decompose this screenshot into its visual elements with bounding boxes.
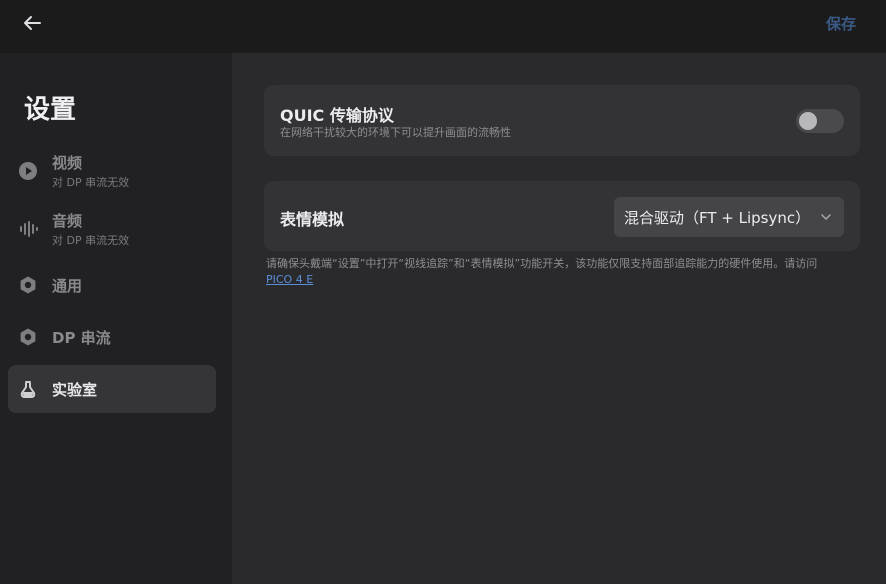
sidebar-item-video[interactable]: 视频 对 DP 串流无效 xyxy=(8,147,216,195)
sidebar-item-sublabel: 对 DP 串流无效 xyxy=(52,176,130,189)
sidebar-item-label: DP 串流 xyxy=(52,328,111,347)
sidebar-item-general[interactable]: 通用 xyxy=(8,261,216,309)
quic-description: 在网络干扰较大的环境下可以提升画面的流畅性 xyxy=(280,126,511,139)
waveform-icon xyxy=(18,219,38,239)
sidebar-item-label: 通用 xyxy=(52,276,83,295)
top-bar: 保存 xyxy=(0,0,886,53)
face-simulation-selected: 混合驱动（FT + Lipsync） xyxy=(624,208,811,227)
face-simulation-note: 请确保头戴端“设置”中打开“视线追踪”和“表情模拟”功能开关，该功能仅限支持面部… xyxy=(266,256,866,288)
face-simulation-select[interactable]: 混合驱动（FT + Lipsync） xyxy=(614,197,844,237)
face-simulation-title: 表情模拟 xyxy=(280,210,345,229)
gear-icon xyxy=(18,275,38,295)
flask-icon xyxy=(18,379,38,399)
quic-title: QUIC 传输协议 xyxy=(280,106,394,125)
note-text: 请确保头戴端“设置”中打开“视线追踪”和“表情模拟”功能开关，该功能仅限支持面部… xyxy=(266,257,818,270)
chevron-down-icon xyxy=(821,214,831,221)
sidebar-title: 设置 xyxy=(24,95,77,125)
back-button[interactable] xyxy=(18,10,46,36)
pico-4e-link[interactable]: PICO 4 E xyxy=(266,273,313,286)
sidebar-item-dp-streaming[interactable]: DP 串流 xyxy=(8,313,216,361)
sidebar-item-lab[interactable]: 实验室 xyxy=(8,365,216,413)
save-button[interactable]: 保存 xyxy=(826,13,856,34)
sidebar-item-label: 实验室 xyxy=(52,380,98,399)
sidebar-item-audio[interactable]: 音频 对 DP 串流无效 xyxy=(8,205,216,253)
toggle-knob xyxy=(799,112,817,130)
sidebar-item-label: 视频 xyxy=(52,154,83,172)
sidebar-item-label: 音频 xyxy=(52,212,83,230)
quic-toggle[interactable] xyxy=(796,109,844,133)
sidebar: 设置 视频 对 DP 串流无效 音频 对 DP 串流无效 通用 DP 串流 实验… xyxy=(0,53,232,584)
arrow-left-icon xyxy=(24,16,41,30)
face-simulation-card: 表情模拟 混合驱动（FT + Lipsync） xyxy=(264,181,860,251)
gear-icon xyxy=(18,327,38,347)
sidebar-item-sublabel: 对 DP 串流无效 xyxy=(52,234,130,247)
play-circle-icon xyxy=(18,161,38,181)
quic-setting-card: QUIC 传输协议 在网络干扰较大的环境下可以提升画面的流畅性 xyxy=(264,85,860,156)
